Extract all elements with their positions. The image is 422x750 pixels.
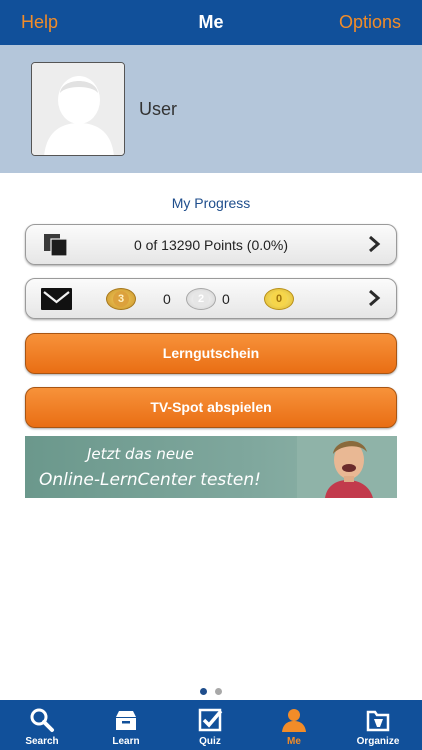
silver-medal-count: 0: [222, 291, 230, 307]
banner-person-image: [297, 436, 397, 498]
navigation-bar: Help Me Options: [0, 0, 422, 45]
tab-learn[interactable]: Learn: [84, 700, 168, 750]
tab-search-label: Search: [25, 736, 59, 747]
avatar-placeholder-icon: [32, 63, 124, 155]
tab-search[interactable]: Search: [0, 700, 84, 750]
learn-icon: [116, 711, 136, 730]
page-dot[interactable]: [215, 688, 222, 695]
promo-banner[interactable]: Jetzt das neue Online-LernCenter testen!: [25, 436, 397, 498]
person-icon: [282, 709, 306, 732]
mail-icon: [41, 288, 72, 310]
tab-me[interactable]: Me: [252, 700, 336, 750]
tv-spot-button[interactable]: TV-Spot abspielen: [25, 387, 397, 428]
silver-medal-badge: 2: [193, 291, 209, 307]
medals-row[interactable]: 3 0 2 0 0: [25, 278, 397, 319]
tab-quiz[interactable]: Quiz: [168, 700, 252, 750]
banner-subline: Online-LernCenter testen!: [39, 470, 261, 490]
voucher-button[interactable]: Lerngutschein: [25, 333, 397, 374]
bronze-medal-count: 0: [163, 291, 171, 307]
points-row[interactable]: 0 of 13290 Points (0.0%): [25, 224, 397, 265]
progress-title: My Progress: [171, 195, 251, 211]
tab-bar: Search Learn Quiz Me Organize: [0, 700, 422, 750]
username: User: [139, 99, 178, 119]
profile-header: User: [0, 45, 422, 173]
organize-icon: [366, 710, 390, 732]
bronze-medal-icon: 3: [106, 288, 136, 310]
search-icon: [30, 708, 54, 732]
page-dot-active[interactable]: [200, 688, 207, 695]
banner-headline: Jetzt das neue: [87, 445, 194, 463]
tab-organize-label: Organize: [356, 736, 400, 747]
silver-medal-icon: 2: [186, 288, 216, 310]
options-button[interactable]: Options: [339, 12, 401, 33]
chevron-right-icon: [369, 235, 381, 253]
tab-quiz-label: Quiz: [199, 736, 221, 747]
avatar[interactable]: [31, 62, 125, 156]
quiz-icon: [198, 708, 223, 732]
page-indicator[interactable]: [0, 682, 422, 700]
tab-me-label: Me: [287, 736, 301, 747]
chevron-right-icon: [369, 289, 381, 307]
tab-learn-label: Learn: [112, 736, 140, 747]
bronze-medal-badge: 3: [113, 291, 129, 307]
tab-organize[interactable]: Organize: [336, 700, 420, 750]
points-summary: 0 of 13290 Points (0.0%): [133, 237, 289, 253]
gold-medal-badge: 0: [271, 291, 287, 307]
gold-medal-icon: 0: [264, 288, 294, 310]
